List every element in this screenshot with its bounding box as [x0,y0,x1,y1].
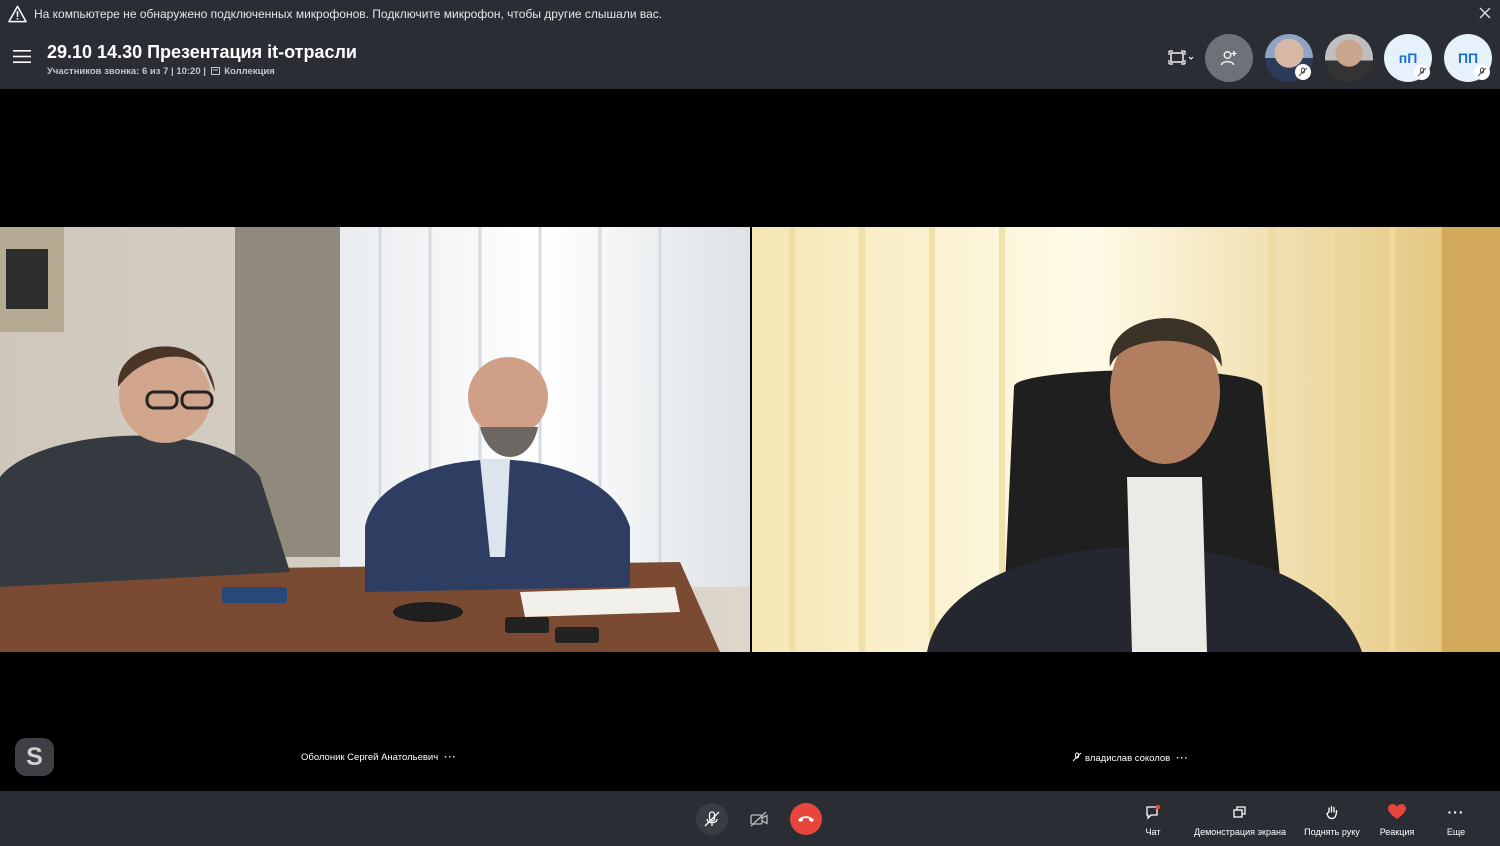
skype-logo: S [15,738,54,776]
end-call-button[interactable] [790,803,822,835]
more-options-icon: ··· [1447,804,1465,820]
add-participant-button[interactable] [1205,34,1253,82]
hand-icon [1326,805,1338,820]
video-tile-left[interactable] [0,227,750,652]
collection-link[interactable]: Коллекция [224,66,275,77]
muted-mic-icon [1474,64,1490,80]
call-header: 29.10 14.30 Презентация it-отрасли Участ… [0,28,1500,89]
muted-mic-icon [1072,752,1082,762]
add-person-icon [1220,51,1237,66]
chat-button[interactable]: Чат [1140,803,1166,837]
close-icon[interactable] [1477,5,1493,21]
warning-icon [8,5,27,23]
screen-share-icon [1233,806,1246,818]
video-tile-right[interactable] [752,227,1500,652]
participant-name-left: Оболоник Сергей Анатольевич ··· [301,752,457,763]
mute-microphone-button[interactable] [696,803,728,835]
toggle-camera-button[interactable] [743,803,775,835]
participant-name-right: владислав соколов ··· [1072,752,1189,764]
more-options-icon[interactable]: ··· [1176,753,1189,764]
raise-hand-button[interactable]: Поднять руку [1300,803,1364,837]
camera-off-icon [750,811,768,827]
mic-off-icon [704,811,720,827]
video-frame-office [752,227,1500,652]
participant-count: Участников звонка: 6 из 7 [47,66,169,77]
reaction-button[interactable]: Реакция [1376,803,1418,837]
hamburger-menu-icon[interactable] [13,49,31,64]
participant-avatar[interactable] [1325,34,1373,82]
collection-icon [210,67,220,75]
video-frame-office [0,227,750,652]
warning-text: На компьютере не обнаружено подключенных… [34,7,663,21]
screen-share-button[interactable]: Демонстрация экрана [1188,803,1292,837]
muted-mic-icon [1295,64,1311,80]
mic-warning-bar: На компьютере не обнаружено подключенных… [0,0,1500,28]
hang-up-icon [798,816,814,822]
call-duration: 10:20 [176,66,201,77]
call-title: 29.10 14.30 Презентация it-отрасли [47,42,357,62]
heart-icon [1388,804,1406,819]
chat-icon [1146,804,1161,820]
more-button[interactable]: ··· Еще [1444,803,1468,837]
layout-switch-icon[interactable] [1166,48,1196,68]
call-subtitle: Участников звонка: 6 из 7 | 10:20 | Колл… [47,66,275,77]
muted-mic-icon [1414,64,1430,80]
call-controls-bar: Чат Демонстрация экрана Поднять руку Реа… [0,791,1500,846]
more-options-icon[interactable]: ··· [444,752,457,763]
